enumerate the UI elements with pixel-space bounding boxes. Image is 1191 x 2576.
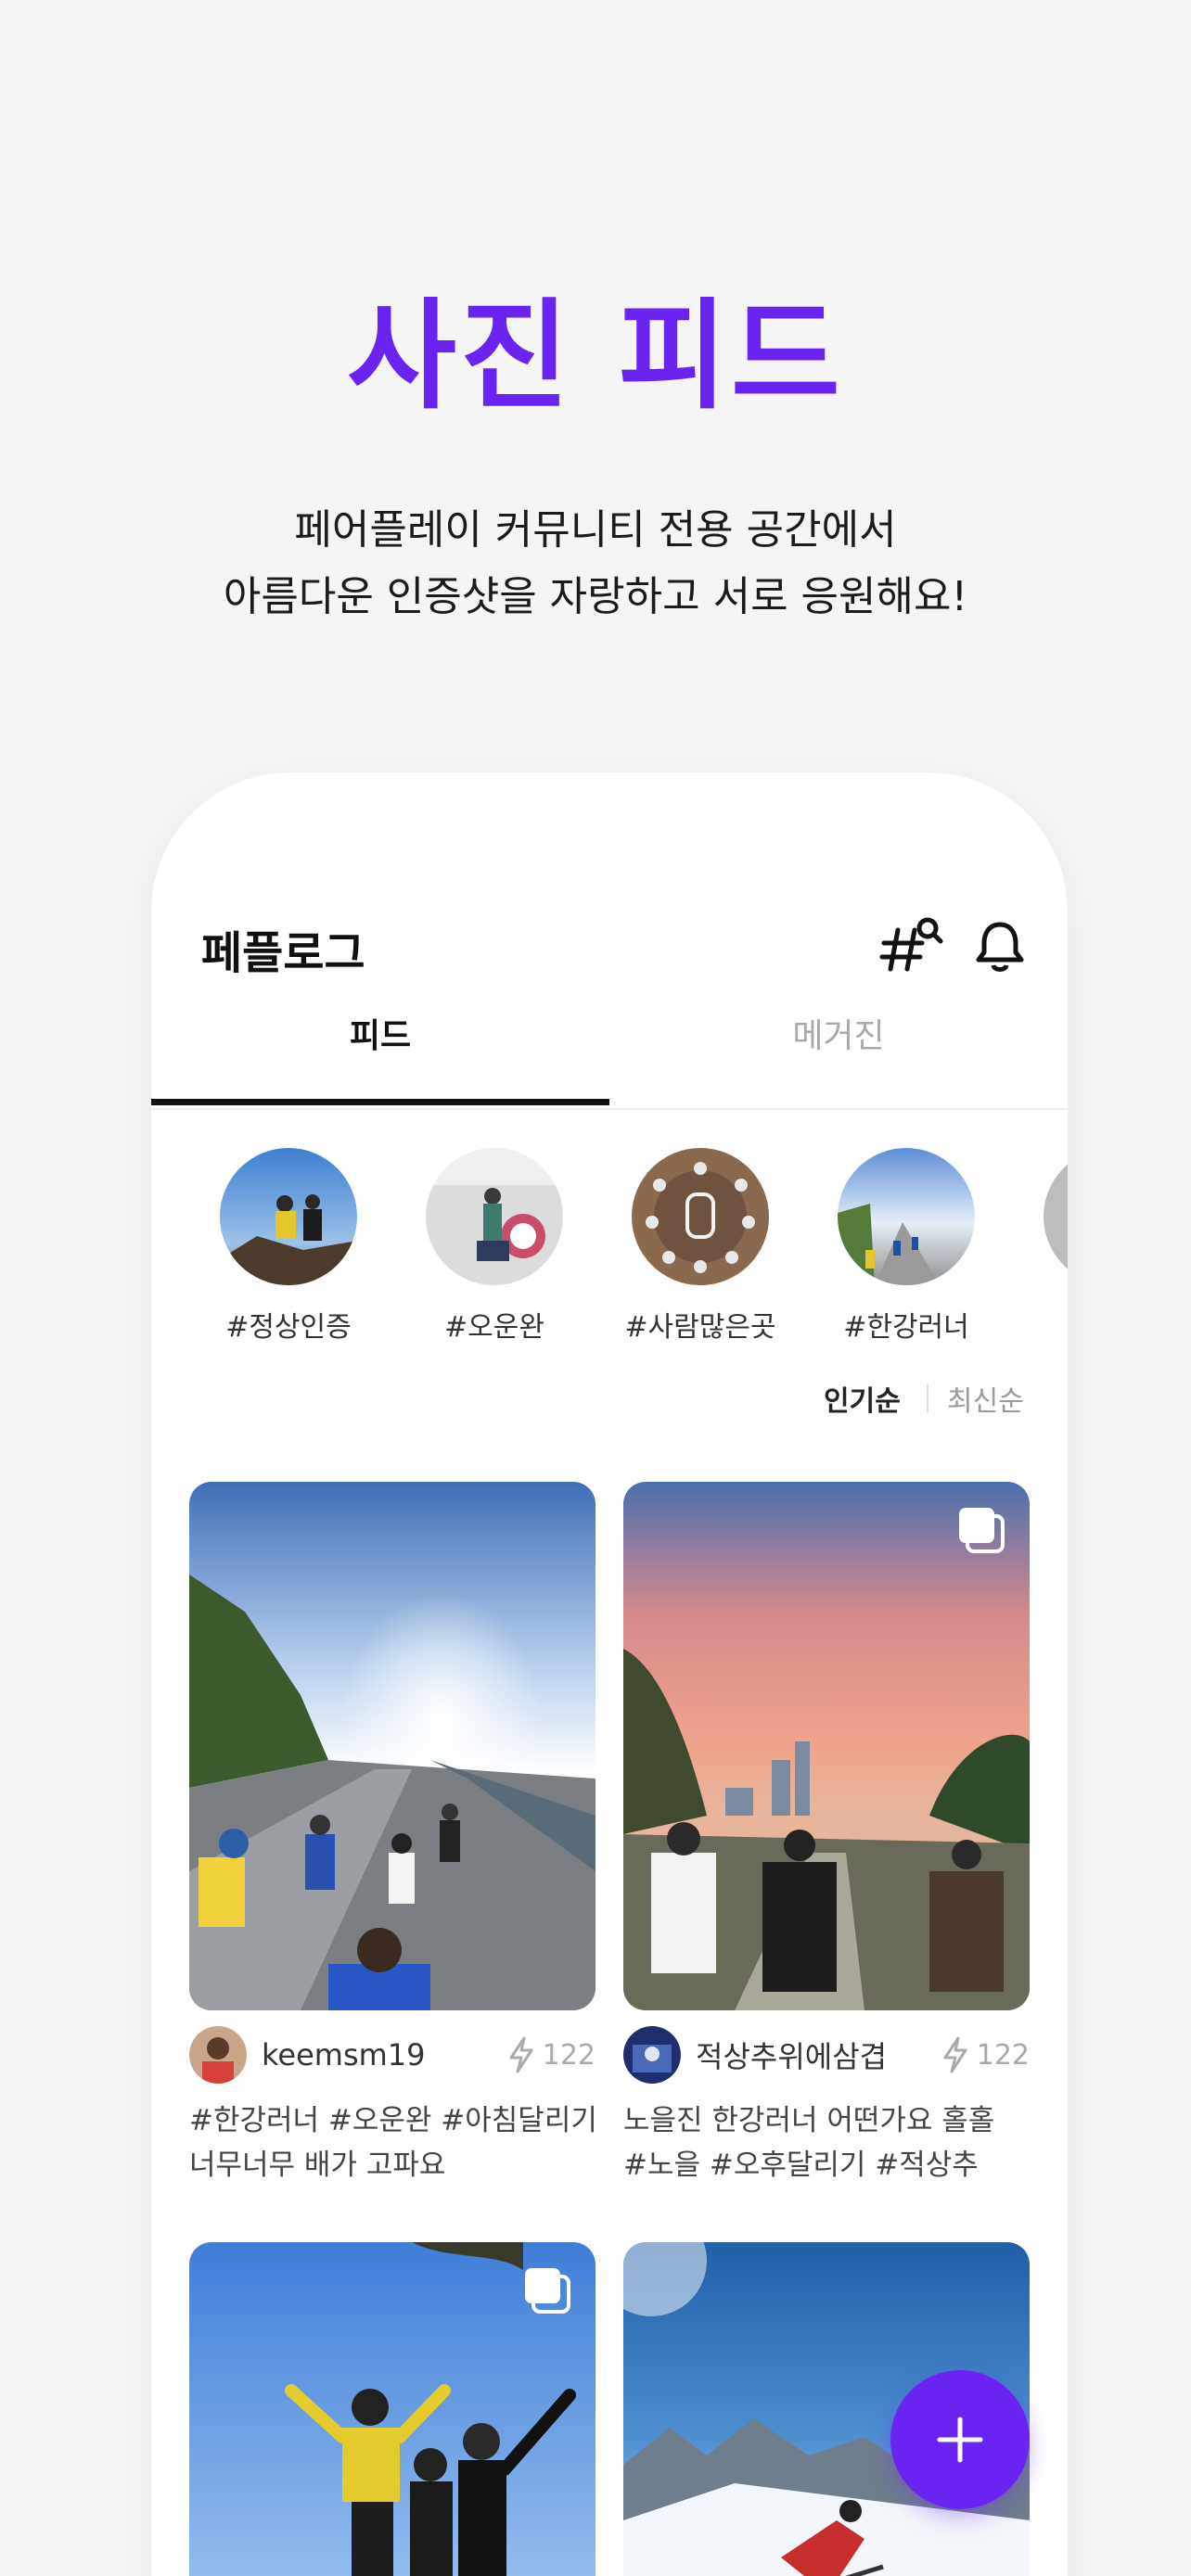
hashtag-item-partial[interactable]: # — [1033, 1148, 1068, 1336]
phone-screen: 페플로그 피드 메거진 #정상인증 #오운완 #사람많은곳 #한강러너 인기순 … — [151, 772, 1068, 2576]
post-meta: keemsm19 122 — [189, 2024, 596, 2085]
active-tab-indicator — [151, 1099, 609, 1105]
hashtag-label: #사람많은곳 — [624, 1311, 776, 1344]
hashtag-search-button[interactable] — [879, 913, 944, 978]
hashtag-thumbnail — [632, 1148, 769, 1285]
username[interactable]: keemsm19 — [262, 2037, 506, 2072]
promo-subtitle-line2: 아름다운 인증샷을 자랑하고 서로 응원해요! — [223, 573, 968, 620]
hashtag-item-crowded[interactable]: #사람많은곳 — [621, 1148, 779, 1345]
hashtag-item-workout[interactable]: #오운완 — [416, 1148, 573, 1345]
lightning-icon — [509, 2036, 533, 2073]
hashtag-label: #오운완 — [444, 1311, 544, 1344]
post-caption-line2: #노을 #오후달리기 #적상추 — [623, 2149, 979, 2182]
hashtag-search-icon — [879, 917, 943, 972]
tab-divider — [151, 1108, 1068, 1110]
sort-popular-button[interactable]: 인기순 — [824, 1378, 901, 1419]
like-count-value: 122 — [542, 2038, 596, 2072]
like-count[interactable]: 122 — [940, 2036, 1030, 2073]
promo-subtitle-line1: 페어플레이 커뮤니티 전용 공간에서 — [294, 506, 897, 554]
tab-feed[interactable]: 피드 — [151, 1000, 609, 1074]
post-caption-line2: 너무너무 배가 고파요 — [189, 2149, 446, 2182]
like-count[interactable]: 122 — [506, 2036, 596, 2073]
compose-post-button[interactable] — [890, 2370, 1030, 2509]
like-count-value: 122 — [976, 2038, 1030, 2072]
post-image[interactable] — [189, 2242, 596, 2576]
avatar[interactable] — [189, 2026, 247, 2084]
sort-latest-button[interactable]: 최신순 — [947, 1378, 1024, 1419]
notification-button[interactable] — [972, 913, 1028, 978]
post-image[interactable] — [189, 1482, 596, 2010]
stacked-photos-icon — [525, 2268, 570, 2314]
sort-divider — [927, 1384, 928, 1412]
hashtag-label: #한강러너 — [843, 1311, 969, 1344]
post-meta: 적상추위에삼겹 122 — [623, 2024, 1030, 2085]
hashtag-item-summit[interactable]: #정상인증 — [210, 1148, 367, 1345]
promo-headline: 사진 피드 — [347, 287, 844, 426]
hashtag-label: #정상인증 — [225, 1311, 352, 1344]
post-caption-line1: #한강러너 #오운완 #아침달리기 — [189, 2104, 596, 2137]
username[interactable]: 적상추위에삼겹 — [696, 2034, 940, 2076]
app-title: 페플로그 — [201, 927, 365, 979]
hashtag-label: # — [1033, 1304, 1068, 1336]
hashtag-thumbnail — [426, 1148, 563, 1285]
bell-icon — [976, 922, 1024, 972]
hashtag-thumbnail — [220, 1148, 357, 1285]
avatar[interactable] — [623, 2026, 681, 2084]
plus-icon — [937, 2417, 983, 2463]
hashtag-thumbnail — [1044, 1148, 1068, 1285]
hashtag-item-hanriver[interactable]: #한강러너 — [827, 1148, 985, 1345]
post-caption-line1: 노을진 한강러너 어떤가요 홀홀 — [623, 2104, 995, 2137]
tab-magazine[interactable]: 메거진 — [609, 1000, 1068, 1074]
lightning-icon — [943, 2036, 967, 2073]
stacked-photos-icon — [959, 1508, 1005, 1553]
hashtag-thumbnail — [838, 1148, 975, 1285]
post-image[interactable] — [623, 1482, 1030, 2010]
